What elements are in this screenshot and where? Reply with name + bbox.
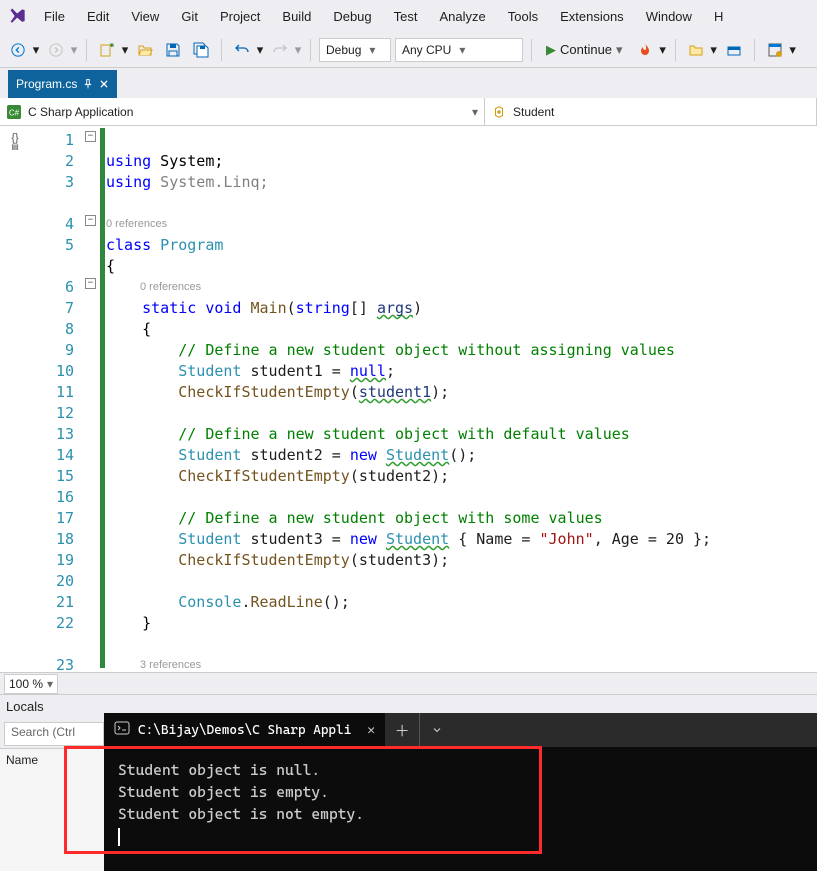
continue-button[interactable]: ▶ Continue ▾	[540, 42, 629, 58]
document-tabs: Program.cs	[0, 68, 817, 98]
code-content[interactable]: using System; using System.Linq; 0 refer…	[106, 126, 817, 672]
redo-button[interactable]	[268, 38, 292, 62]
continue-label: Continue	[560, 42, 612, 57]
tab-menu-button[interactable]	[420, 713, 454, 747]
class-name: Student	[513, 105, 554, 119]
toolbar-separator	[221, 39, 222, 61]
outline-gutter: {} ▤	[0, 126, 30, 672]
terminal-window[interactable]: C:\Bijay\Demos\C Sharp Appli ✕ ＋ Student…	[104, 713, 817, 871]
line-numbers: 123 45 678910111213141516171819202122 23	[30, 126, 82, 672]
toolbar-separator	[531, 39, 532, 61]
terminal-output: Student object is null. Student object i…	[104, 747, 817, 859]
menu-edit[interactable]: Edit	[77, 5, 119, 28]
menu-test[interactable]: Test	[384, 5, 428, 28]
locals-search-input[interactable]: Search (Ctrl	[4, 722, 104, 746]
pin-icon[interactable]	[83, 79, 93, 89]
menu-window[interactable]: Window	[636, 5, 702, 28]
zoom-combo[interactable]: 100 % ▾	[4, 674, 58, 694]
chevron-down-icon: ▾	[472, 105, 478, 119]
forward-button[interactable]	[44, 38, 68, 62]
chevron-down-icon: ▾	[459, 43, 465, 57]
cmd-icon	[114, 720, 130, 740]
undo-button[interactable]	[230, 38, 254, 62]
codelens[interactable]: 0 references	[106, 214, 817, 235]
platform-combo[interactable]: Any CPU ▾	[395, 38, 523, 62]
back-button[interactable]	[6, 38, 30, 62]
class-icon	[491, 104, 507, 120]
menu-build[interactable]: Build	[272, 5, 321, 28]
menu-extensions[interactable]: Extensions	[550, 5, 634, 28]
new-item-button[interactable]	[95, 38, 119, 62]
tab-program-cs[interactable]: Program.cs	[8, 70, 117, 98]
menu-bar: File Edit View Git Project Build Debug T…	[0, 0, 817, 32]
fold-gutter: − − −	[82, 126, 106, 672]
play-icon: ▶	[546, 42, 556, 58]
menu-project[interactable]: Project	[210, 5, 270, 28]
hot-reload-button[interactable]	[633, 38, 657, 62]
close-icon[interactable]: ✕	[367, 723, 375, 738]
zoom-value: 100 %	[9, 677, 43, 691]
chevron-down-icon: ▾	[616, 42, 623, 58]
codelens[interactable]: 0 references	[106, 277, 817, 298]
open-folder-button[interactable]	[684, 38, 708, 62]
toolbar-separator	[675, 39, 676, 61]
toolbar-separator	[86, 39, 87, 61]
fold-toggle[interactable]: −	[85, 278, 96, 289]
code-editor[interactable]: {} ▤ 123 45 6789101112131415161718192021…	[0, 126, 817, 672]
save-all-button[interactable]	[189, 38, 213, 62]
fold-toggle[interactable]: −	[85, 215, 96, 226]
properties-dropdown[interactable]: ▾	[789, 38, 797, 62]
undo-dropdown[interactable]: ▾	[256, 38, 264, 62]
toolbox-button[interactable]	[722, 38, 746, 62]
menu-debug[interactable]: Debug	[323, 5, 381, 28]
locals-col-name: Name	[6, 753, 38, 767]
terminal-title: C:\Bijay\Demos\C Sharp Appli	[138, 723, 351, 738]
menu-git[interactable]: Git	[171, 5, 208, 28]
new-tab-button[interactable]: ＋	[385, 713, 419, 747]
forward-dropdown[interactable]: ▾	[70, 38, 78, 62]
terminal-cursor	[118, 828, 120, 846]
class-dropdown[interactable]: Student	[485, 98, 817, 125]
config-label: Debug	[326, 43, 361, 57]
open-folder-dropdown[interactable]: ▾	[710, 38, 718, 62]
close-icon[interactable]	[99, 79, 109, 89]
tab-title: Program.cs	[16, 77, 77, 91]
open-button[interactable]	[133, 38, 157, 62]
config-combo[interactable]: Debug ▾	[319, 38, 391, 62]
toolbar-separator	[310, 39, 311, 61]
properties-button[interactable]	[763, 38, 787, 62]
menu-tools[interactable]: Tools	[498, 5, 548, 28]
main-toolbar: ▾ ▾ ▾ ▾ ▾ Debug ▾ Any CPU ▾ ▶ Continue ▾…	[0, 32, 817, 68]
vs-logo-icon	[4, 6, 32, 26]
menu-view[interactable]: View	[121, 5, 169, 28]
chevron-down-icon: ▾	[47, 677, 53, 691]
hot-reload-dropdown[interactable]: ▾	[659, 38, 667, 62]
codelens[interactable]: 3 references	[106, 655, 817, 672]
fold-toggle[interactable]: −	[85, 131, 96, 142]
terminal-tab[interactable]: C:\Bijay\Demos\C Sharp Appli ✕	[104, 713, 385, 747]
new-item-dropdown[interactable]: ▾	[121, 38, 129, 62]
editor-status-bar: 100 % ▾	[0, 672, 817, 694]
change-indicator-bar	[100, 128, 105, 668]
toolbar-separator	[754, 39, 755, 61]
save-button[interactable]	[161, 38, 185, 62]
terminal-titlebar: C:\Bijay\Demos\C Sharp Appli ✕ ＋	[104, 713, 817, 747]
csharp-project-icon: C#	[6, 104, 22, 120]
project-dropdown[interactable]: C# C Sharp Application ▾	[0, 98, 485, 125]
platform-label: Any CPU	[402, 43, 451, 57]
back-dropdown[interactable]: ▾	[32, 38, 40, 62]
svg-text:C#: C#	[9, 108, 20, 117]
redo-dropdown[interactable]: ▾	[294, 38, 302, 62]
menu-help[interactable]: H	[704, 5, 733, 28]
menu-file[interactable]: File	[34, 5, 75, 28]
locals-title: Locals	[6, 699, 44, 714]
menu-analyze[interactable]: Analyze	[429, 5, 495, 28]
chevron-down-icon: ▾	[369, 43, 375, 57]
navigation-bar: C# C Sharp Application ▾ Student	[0, 98, 817, 126]
project-name: C Sharp Application	[28, 105, 133, 119]
